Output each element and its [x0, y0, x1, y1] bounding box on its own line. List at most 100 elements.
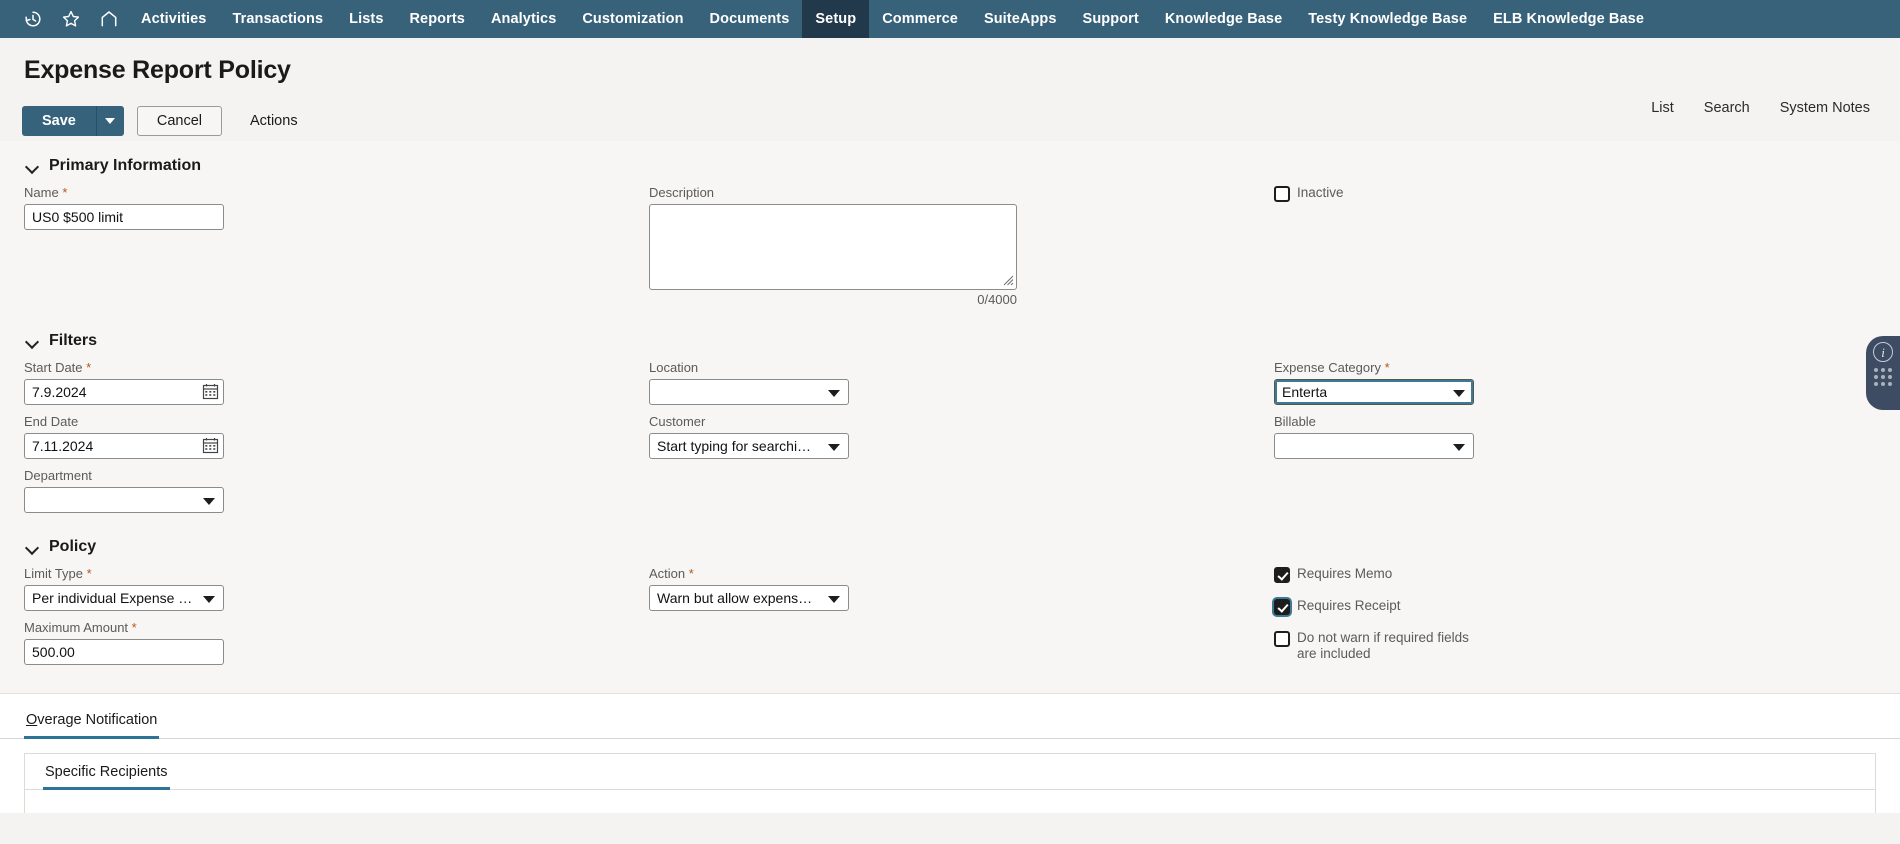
- field-end-date: End Date: [24, 414, 649, 459]
- label-text: Limit Type: [24, 566, 84, 581]
- field-label-department: Department: [24, 468, 92, 483]
- do-not-warn-checkbox[interactable]: [1274, 631, 1290, 647]
- nav-item-elb-knowledge-base[interactable]: ELB Knowledge Base: [1480, 0, 1657, 38]
- start-date-input[interactable]: [24, 379, 224, 405]
- grid-menu-icon[interactable]: [1874, 368, 1892, 386]
- field-customer: Customer Start typing for searchi…: [649, 414, 1274, 459]
- floating-help-widget[interactable]: i: [1866, 336, 1900, 410]
- chevron-down-icon: [26, 337, 39, 345]
- recent-history-icon[interactable]: [14, 0, 52, 38]
- section-filters: Filters Start Date * 7.9.2024 End Date 7…: [0, 316, 1900, 522]
- tab-panel-overage-notification: Specific Recipients: [24, 753, 1876, 813]
- section-header-primary-information[interactable]: Primary Information: [0, 141, 1900, 185]
- customer-select[interactable]: Start typing for searchi…: [649, 433, 849, 459]
- field-name: Name *: [24, 185, 649, 230]
- nav-item-suiteapps[interactable]: SuiteApps: [971, 0, 1070, 38]
- do-not-warn-label[interactable]: Do not warn if required fields are inclu…: [1297, 630, 1487, 662]
- requires-memo-label[interactable]: Requires Memo: [1297, 566, 1392, 582]
- top-navigation-bar: Activities Transactions Lists Reports An…: [0, 0, 1900, 38]
- info-icon[interactable]: i: [1873, 342, 1893, 362]
- inactive-checkbox[interactable]: [1274, 186, 1290, 202]
- nav-item-transactions[interactable]: Transactions: [219, 0, 336, 38]
- required-marker: *: [62, 185, 68, 200]
- nav-item-analytics[interactable]: Analytics: [478, 0, 569, 38]
- tab-overage-notification[interactable]: Overage Notification: [24, 708, 160, 739]
- name-input[interactable]: [24, 204, 224, 230]
- field-expense-category: Expense Category * Enterta: [1274, 360, 1874, 405]
- favorites-star-icon[interactable]: [52, 0, 90, 38]
- field-label-description: Description: [649, 185, 715, 200]
- nav-item-lists[interactable]: Lists: [336, 0, 396, 38]
- field-action: Action * Warn but allow expens…: [649, 566, 1274, 611]
- home-icon[interactable]: [90, 0, 128, 38]
- nav-item-commerce[interactable]: Commerce: [869, 0, 971, 38]
- nav-item-setup[interactable]: Setup: [802, 0, 870, 38]
- nav-item-knowledge-base[interactable]: Knowledge Base: [1152, 0, 1295, 38]
- section-header-filters[interactable]: Filters: [0, 316, 1900, 360]
- nav-item-testy-knowledge-base[interactable]: Testy Knowledge Base: [1295, 0, 1480, 38]
- field-requires-memo: Requires Memo: [1274, 566, 1874, 583]
- save-button[interactable]: Save: [22, 106, 96, 136]
- header-links: List Search System Notes: [1651, 100, 1870, 116]
- field-label-location: Location: [649, 360, 699, 375]
- field-location: Location: [649, 360, 1274, 405]
- nav-item-customization[interactable]: Customization: [569, 0, 696, 38]
- chevron-down-icon: [203, 596, 215, 603]
- required-marker: *: [131, 620, 137, 635]
- action-select[interactable]: Warn but allow expens…: [649, 585, 849, 611]
- calendar-icon[interactable]: [202, 383, 219, 400]
- chevron-down-icon: [828, 390, 840, 397]
- field-label-end-date: End Date: [24, 414, 79, 429]
- requires-memo-checkbox[interactable]: [1274, 567, 1290, 583]
- nav-item-support[interactable]: Support: [1070, 0, 1152, 38]
- subtab-label-rest: pecific Recipients: [54, 764, 168, 780]
- required-marker: *: [86, 566, 92, 581]
- field-description: Description 0/4000: [649, 185, 1274, 307]
- nav-item-activities[interactable]: Activities: [128, 0, 219, 38]
- end-date-input[interactable]: [24, 433, 224, 459]
- filters-column-1: Start Date * 7.9.2024 End Date 7.11.2024…: [24, 360, 649, 522]
- actions-button[interactable]: Actions: [236, 106, 312, 136]
- header-link-search[interactable]: Search: [1704, 100, 1750, 116]
- requires-receipt-label[interactable]: Requires Receipt: [1297, 598, 1401, 614]
- field-requires-receipt: Requires Receipt: [1274, 598, 1874, 615]
- section-policy: Policy Limit Type * Per individual Expen…: [0, 522, 1900, 677]
- nav-item-reports[interactable]: Reports: [396, 0, 478, 38]
- field-label-customer: Customer: [649, 414, 706, 429]
- form-toolbar: Save Cancel Actions: [0, 85, 1900, 141]
- header-link-list[interactable]: List: [1651, 100, 1674, 116]
- billable-select[interactable]: [1274, 433, 1474, 459]
- department-select[interactable]: [24, 487, 224, 513]
- header-link-system-notes[interactable]: System Notes: [1780, 100, 1870, 116]
- subtab-specific-recipients[interactable]: Specific Recipients: [43, 754, 170, 790]
- primary-column-1: Name *: [24, 185, 649, 316]
- filters-column-3: Expense Category * Enterta Billable: [1274, 360, 1874, 522]
- nav-item-documents[interactable]: Documents: [697, 0, 803, 38]
- chevron-down-icon: [203, 498, 215, 505]
- field-limit-type: Limit Type * Per individual Expense …: [24, 566, 649, 611]
- field-label-start-date: Start Date *: [24, 360, 649, 376]
- section-title: Filters: [49, 332, 98, 349]
- cancel-button[interactable]: Cancel: [136, 106, 223, 136]
- expense-category-value: Enterta: [1282, 384, 1328, 400]
- required-marker: *: [688, 566, 694, 581]
- chevron-down-icon: [26, 162, 39, 170]
- chevron-down-icon: [1453, 444, 1465, 451]
- expense-category-select[interactable]: Enterta: [1274, 379, 1474, 405]
- section-header-policy[interactable]: Policy: [0, 522, 1900, 566]
- location-select[interactable]: [649, 379, 849, 405]
- limit-type-select[interactable]: Per individual Expense …: [24, 585, 224, 611]
- field-start-date: Start Date *: [24, 360, 649, 405]
- inactive-label[interactable]: Inactive: [1297, 185, 1344, 201]
- label-text: Start Date: [24, 360, 83, 375]
- save-options-dropdown-button[interactable]: [95, 106, 124, 136]
- page-header: Expense Report Policy List Search System…: [0, 38, 1900, 116]
- chevron-down-icon: [26, 543, 39, 551]
- calendar-icon[interactable]: [202, 437, 219, 454]
- requires-receipt-checkbox[interactable]: [1274, 599, 1290, 615]
- sub-tabstrip: Specific Recipients: [25, 754, 1875, 790]
- description-textarea[interactable]: [649, 204, 1017, 290]
- maximum-amount-input[interactable]: [24, 639, 224, 665]
- required-marker: *: [86, 360, 92, 375]
- label-text: Expense Category: [1274, 360, 1381, 375]
